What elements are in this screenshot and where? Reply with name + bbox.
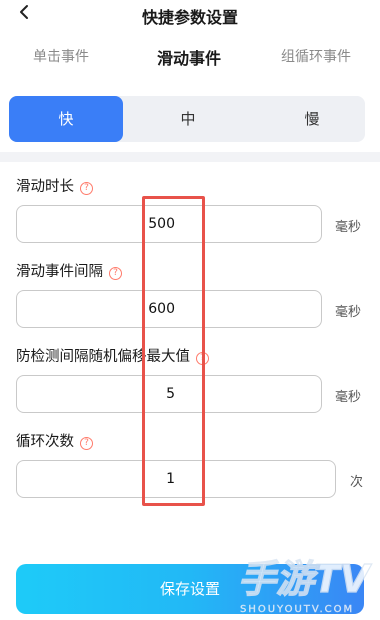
unit-label: 毫秒 [335,390,362,405]
field-label-text: 滑动事件间隔 [16,264,103,280]
field-label-loop-count: 循环次数? [16,430,93,451]
page-title: 快捷参数设置 [141,8,238,27]
watermark-brand: 手游TV [238,557,372,601]
tab-swipe-event[interactable]: 滑动事件 [157,45,221,69]
highlight-annotation-box [142,196,205,506]
header: 快捷参数设置 [0,0,380,32]
event-tabs: 单击事件 滑动事件 组循环事件 [0,46,380,76]
tab-click-event[interactable]: 单击事件 [33,46,89,66]
help-icon[interactable]: ? [80,437,93,450]
watermark-logo: 手游TV SHOUYOUTV.COM [236,548,380,618]
speed-medium-button[interactable]: 中 [135,96,241,142]
field-label-text: 滑动时长 [16,179,74,195]
help-icon[interactable]: ? [80,182,93,195]
tab-loop-group-event[interactable]: 组循环事件 [281,46,351,66]
watermark-sub: SHOUYOUTV.COM [240,604,354,615]
field-label-swipe-interval: 滑动事件间隔? [16,260,122,281]
unit-label: 毫秒 [335,220,362,235]
section-divider [0,152,380,162]
field-label-swipe-duration: 滑动时长? [16,175,93,196]
help-icon[interactable]: ? [109,267,122,280]
unit-label: 次 [350,475,364,490]
unit-label: 毫秒 [335,305,362,320]
speed-fast-button[interactable]: 快 [9,96,123,142]
field-label-text: 循环次数 [16,434,74,450]
speed-selector: 快 中 慢 [9,96,365,142]
speed-slow-button[interactable]: 慢 [259,96,365,142]
